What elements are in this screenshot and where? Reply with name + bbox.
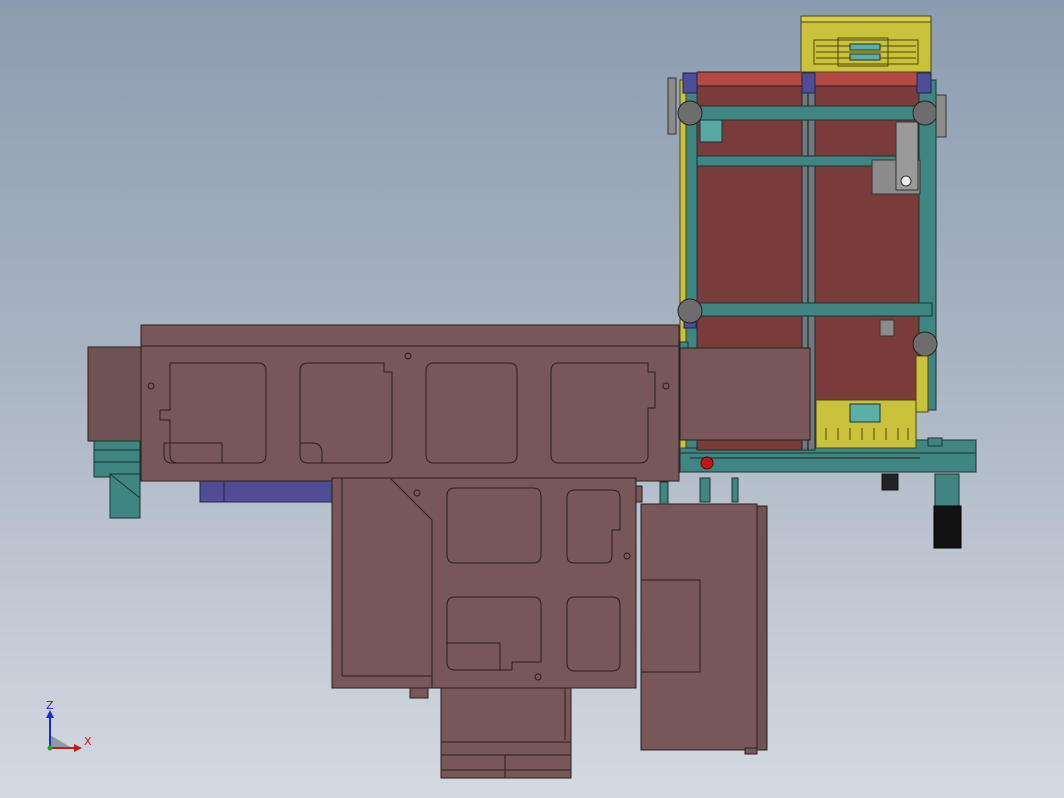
side-cabinet[interactable] [640,503,768,755]
roller-icon [677,100,703,126]
roller-icon [912,100,938,126]
lower-housing[interactable] [331,477,643,699]
x-axis-label: X [84,735,92,748]
sensor-icon [700,456,714,470]
roller-icon [677,298,703,324]
bottom-gearbox[interactable] [440,687,572,779]
top-bracket[interactable] [800,15,932,73]
z-axis-label: Z [46,699,54,712]
orientation-triad [46,710,82,752]
assembly-drawing[interactable] [0,0,1064,798]
left-end-block[interactable] [87,346,143,519]
cad-viewport[interactable]: Z X [0,0,1064,798]
drive-motor[interactable] [199,477,333,503]
roller-icon [912,331,938,357]
main-housing[interactable] [140,324,680,482]
guard-box[interactable] [679,347,811,441]
